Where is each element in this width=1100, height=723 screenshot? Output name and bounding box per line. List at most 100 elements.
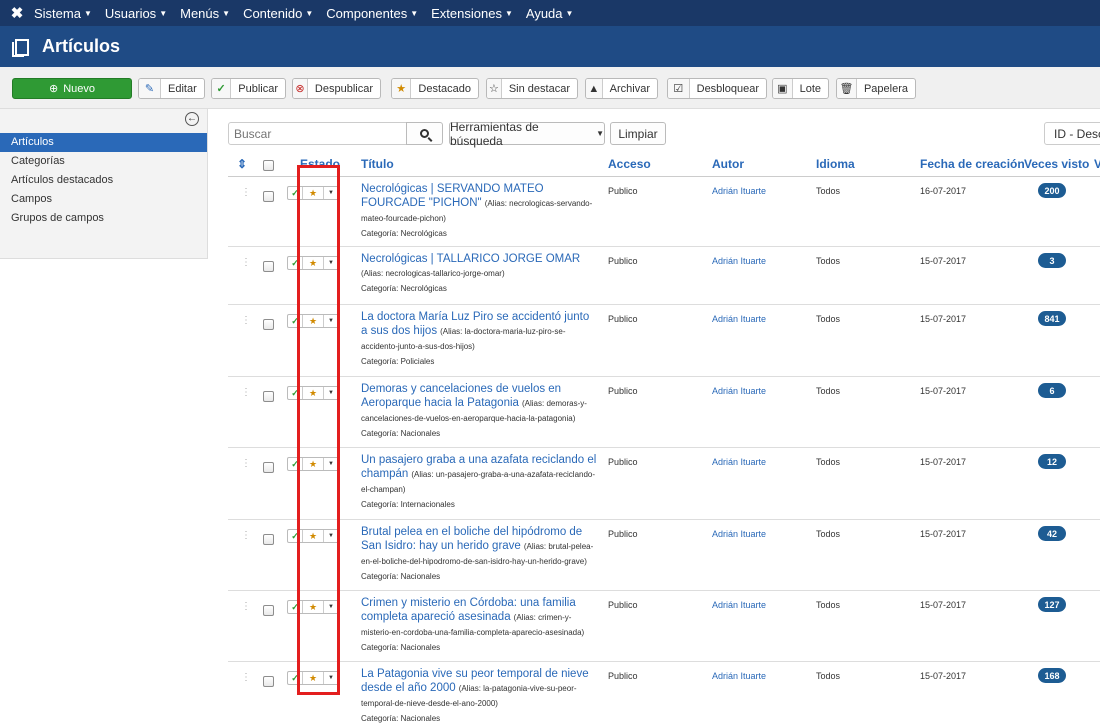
published-check-icon[interactable]: ✓ [288, 530, 303, 542]
menu-contenido[interactable]: Contenido ▼ [243, 6, 313, 21]
featured-star-icon[interactable]: ★ [303, 601, 324, 613]
featured-star-icon[interactable]: ★ [303, 387, 324, 399]
row-checkbox[interactable] [263, 319, 274, 330]
drag-handle-icon[interactable]: ⋮ [241, 387, 251, 398]
published-check-icon[interactable]: ✓ [288, 187, 303, 199]
row-checkbox[interactable] [263, 534, 274, 545]
search-input[interactable] [228, 122, 407, 145]
archive-button[interactable]: ▲ Archivar [585, 78, 658, 99]
row-checkbox[interactable] [263, 462, 274, 473]
article-title-link[interactable]: Necrológicas | TALLARICO JORGE OMAR [361, 253, 580, 265]
header-created[interactable]: Fecha de creación [920, 157, 1025, 171]
sidebar-item-fields[interactable]: Campos [0, 190, 207, 209]
featured-star-icon[interactable]: ★ [303, 672, 324, 684]
drag-handle-icon[interactable]: ⋮ [241, 530, 251, 541]
sidebar-item-field-groups[interactable]: Grupos de campos [0, 209, 207, 228]
caret-down-icon[interactable]: ▼ [324, 387, 338, 399]
menu-menus[interactable]: Menús ▼ [180, 6, 230, 21]
table-row: ⋮ ✓ ★ ▼ Necrológicas | TALLARICO JORGE O… [228, 248, 1100, 305]
caret-down-icon[interactable]: ▼ [324, 601, 338, 613]
header-hits[interactable]: Veces visto [1024, 157, 1089, 171]
featured-star-icon[interactable]: ★ [303, 458, 324, 470]
sidebar: ← Artículos Categorías Artículos destaca… [0, 109, 208, 259]
drag-handle-icon[interactable]: ⋮ [241, 315, 251, 326]
row-checkbox[interactable] [263, 391, 274, 402]
menu-usuarios[interactable]: Usuarios ▼ [105, 6, 167, 21]
batch-button[interactable]: ▣ Lote [772, 78, 829, 99]
header-title[interactable]: Título [361, 157, 394, 171]
new-button[interactable]: ⊕ Nuevo [12, 78, 132, 99]
checkin-button[interactable]: ☑ Desbloquear [667, 78, 767, 99]
sidebar-item-featured[interactable]: Artículos destacados [0, 171, 207, 190]
author-link[interactable]: Adrián Ituarte [712, 600, 766, 610]
published-check-icon[interactable]: ✓ [288, 257, 303, 269]
row-checkbox[interactable] [263, 191, 274, 202]
caret-down-icon[interactable]: ▼ [324, 458, 338, 470]
publish-button[interactable]: ✓ Publicar [211, 78, 286, 99]
header-author[interactable]: Autor [712, 157, 744, 171]
unpublish-button[interactable]: ⊗ Despublicar [292, 78, 381, 99]
menu-componentes[interactable]: Componentes ▼ [326, 6, 418, 21]
edit-button[interactable]: ✎ Editar [138, 78, 205, 99]
drag-handle-icon[interactable]: ⋮ [241, 601, 251, 612]
sidebar-item-articles[interactable]: Artículos [0, 133, 207, 152]
menu-label: Ayuda [525, 5, 563, 21]
unpublish-button-label: Despublicar [314, 82, 373, 95]
caret-down-icon[interactable]: ▼ [324, 187, 338, 199]
header-votes[interactable]: V [1094, 157, 1100, 171]
author-link[interactable]: Adrián Ituarte [712, 256, 766, 266]
sidebar-item-categories[interactable]: Categorías [0, 152, 207, 171]
clear-button[interactable]: Limpiar [610, 122, 666, 145]
caret-down-icon[interactable]: ▼ [324, 530, 338, 542]
author-link[interactable]: Adrián Ituarte [712, 529, 766, 539]
drag-handle-icon[interactable]: ⋮ [241, 458, 251, 469]
published-check-icon[interactable]: ✓ [288, 315, 303, 327]
menu-sistema[interactable]: Sistema ▼ [34, 6, 92, 21]
header-status[interactable]: Estado [300, 157, 340, 171]
search-tools-button[interactable]: Herramientas de búsqueda ▼ [449, 120, 605, 148]
article-category: Categoría: Internacionales [361, 500, 455, 509]
ordering-select[interactable]: ID - Desce [1044, 122, 1100, 145]
header-access[interactable]: Acceso [608, 157, 651, 171]
caret-down-icon[interactable]: ▼ [324, 672, 338, 684]
joomla-logo-icon[interactable]: ✖ [0, 4, 34, 22]
drag-handle-icon[interactable]: ⋮ [241, 672, 251, 683]
menu-extensiones[interactable]: Extensiones ▼ [431, 6, 513, 21]
created-date: 15-07-2017 [920, 671, 967, 681]
times-circle-icon: ⊗ [293, 79, 308, 98]
caret-down-icon[interactable]: ▼ [324, 315, 338, 327]
featured-star-icon[interactable]: ★ [303, 257, 324, 269]
featured-star-icon[interactable]: ★ [303, 530, 324, 542]
hits-badge: 168 [1038, 668, 1066, 683]
feature-button[interactable]: ★ Destacado [391, 78, 479, 99]
published-check-icon[interactable]: ✓ [288, 672, 303, 684]
caret-down-icon[interactable]: ▼ [324, 257, 338, 269]
author-link[interactable]: Adrián Ituarte [712, 314, 766, 324]
unfeature-button[interactable]: ☆ Sin destacar [486, 78, 578, 99]
row-checkbox[interactable] [263, 261, 274, 272]
published-check-icon[interactable]: ✓ [288, 601, 303, 613]
author-link[interactable]: Adrián Ituarte [712, 671, 766, 681]
search-button[interactable] [406, 122, 443, 145]
select-all-checkbox[interactable] [263, 160, 274, 171]
caret-down-icon: ▼ [222, 8, 231, 18]
featured-star-icon[interactable]: ★ [303, 187, 324, 199]
trash-button[interactable]: 🗑 Papelera [836, 78, 916, 99]
row-checkbox[interactable] [263, 605, 274, 616]
header-language[interactable]: Idioma [816, 157, 855, 171]
new-button-label: Nuevo [63, 82, 95, 95]
author-link[interactable]: Adrián Ituarte [712, 186, 766, 196]
collapse-sidebar-icon[interactable]: ← [185, 112, 199, 126]
ordering-sort-icon[interactable]: ⇕ [237, 157, 247, 171]
published-check-icon[interactable]: ✓ [288, 387, 303, 399]
drag-handle-icon[interactable]: ⋮ [241, 187, 251, 198]
menu-ayuda[interactable]: Ayuda ▼ [526, 6, 574, 21]
featured-star-icon[interactable]: ★ [303, 315, 324, 327]
drag-handle-icon[interactable]: ⋮ [241, 257, 251, 268]
author-link[interactable]: Adrián Ituarte [712, 386, 766, 396]
row-checkbox[interactable] [263, 676, 274, 687]
published-check-icon[interactable]: ✓ [288, 458, 303, 470]
search-icon [420, 129, 429, 138]
hits-badge: 12 [1038, 454, 1066, 469]
author-link[interactable]: Adrián Ituarte [712, 457, 766, 467]
